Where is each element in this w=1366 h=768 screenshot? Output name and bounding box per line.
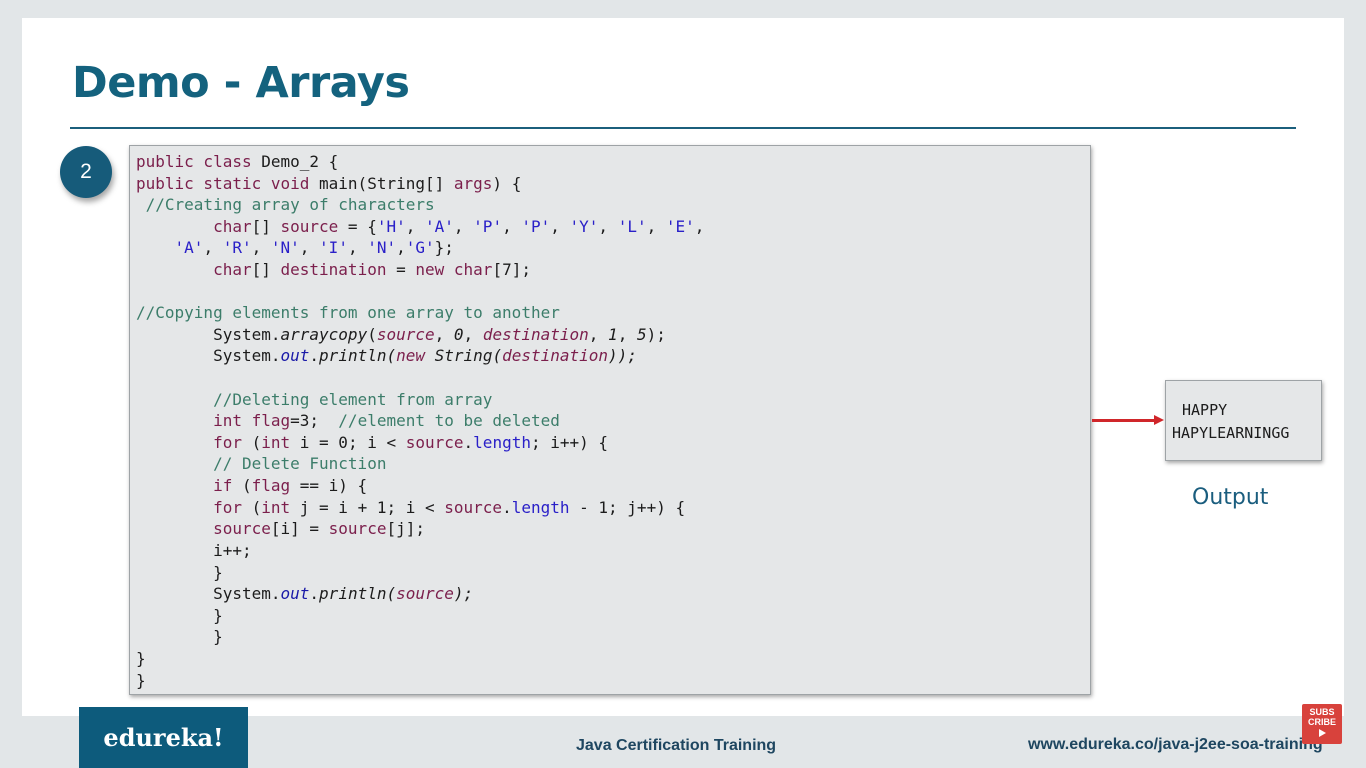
title-divider	[70, 127, 1296, 129]
code-line-12: //Deleting element from array	[136, 390, 493, 409]
code-line-17: for (int j = i + 1; i < source.length - …	[213, 498, 686, 517]
code-line-3: //Creating array of characters	[136, 195, 435, 214]
code-line-20: }	[136, 563, 223, 582]
output-line-1: HAPPY	[1182, 401, 1228, 419]
code-line-23: }	[136, 627, 223, 646]
subscribe-button[interactable]: SUBS CRIBE	[1302, 704, 1342, 744]
course-title: Java Certification Training	[576, 737, 777, 754]
step-badge: 2	[60, 146, 112, 198]
play-icon	[1318, 729, 1326, 737]
code-line-2: public static void main(String[] args) {	[136, 174, 522, 193]
code-line-4: char[] source = {'H', 'A', 'P', 'P', 'Y'…	[213, 217, 705, 236]
code-line-8: //Copying elements from one array to ano…	[136, 303, 560, 322]
subscribe-line-2: CRIBE	[1307, 717, 1336, 727]
code-line-19: i++;	[136, 541, 252, 560]
code-line-1: public class Demo_2 {	[136, 152, 339, 171]
code-line-22: }	[136, 606, 223, 625]
code-line-14: for (int i = 0; i < source.length; i++) …	[213, 433, 609, 452]
arrow-head-icon	[1154, 415, 1164, 425]
code-line-18: source[i] = source[j];	[213, 519, 425, 538]
code-line-16: if (flag == i) {	[213, 476, 368, 495]
edureka-logo: edureka!	[79, 707, 248, 768]
code-line-6: char[] destination = new char[7];	[213, 260, 531, 279]
code-line-25: }	[136, 671, 146, 690]
code-line-9: System.arraycopy(source, 0, destination,…	[136, 325, 666, 344]
code-line-15: // Delete Function	[136, 454, 387, 473]
subscribe-line-1: SUBS	[1309, 707, 1335, 717]
code-line-5: 'A', 'R', 'N', 'I', 'N','G'};	[174, 238, 454, 257]
code-line-13: int flag=3; //element to be deleted	[213, 411, 560, 430]
output-panel: HAPPY HAPYLEARNINGG	[1165, 380, 1322, 461]
code-line-10: System.out.println(new String(destinatio…	[136, 346, 637, 365]
output-label: Output	[1192, 485, 1269, 510]
output-line-2: HAPYLEARNINGG	[1172, 424, 1290, 442]
output-arrow	[1092, 419, 1156, 422]
code-line-21: System.out.println(source);	[136, 584, 474, 603]
code-line-24: }	[136, 649, 146, 668]
course-url[interactable]: www.edureka.co/java-j2ee-soa-training	[1028, 736, 1323, 754]
slide-title: Demo - Arrays	[72, 58, 410, 108]
code-panel: public class Demo_2 { public static void…	[129, 145, 1091, 695]
